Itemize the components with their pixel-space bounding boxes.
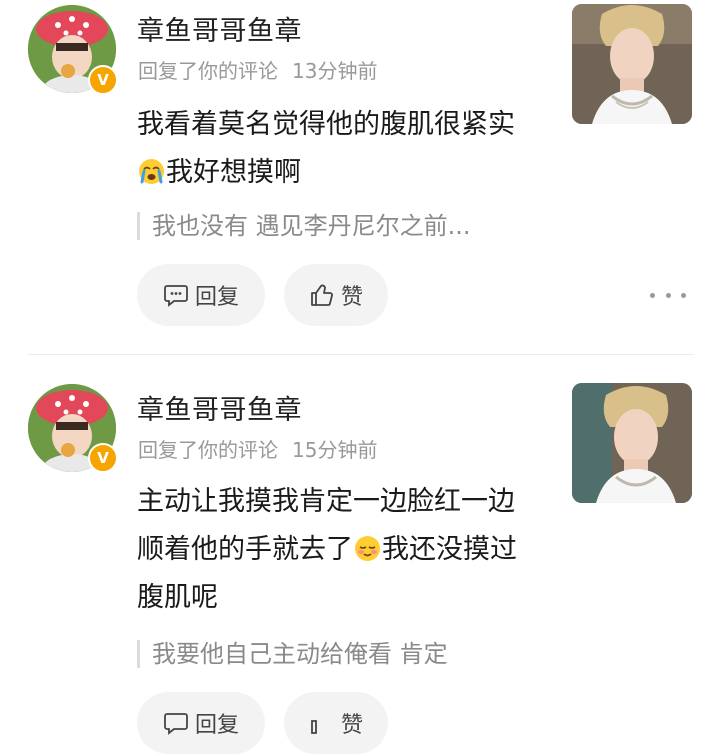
reply-button[interactable]: 回复 bbox=[137, 692, 265, 754]
like-label: 赞 bbox=[340, 285, 363, 310]
reply-label: 回复 bbox=[194, 713, 239, 738]
like-button[interactable]: 赞 bbox=[284, 692, 388, 754]
notification-item[interactable]: V 章鱼哥哥鱼章 回复了你的评论 15分钟前 主动让我摸我肯定一边脸红一边顺着他的… bbox=[0, 380, 720, 754]
action-text: 回复了你的评论 bbox=[138, 59, 278, 83]
verified-v-badge-icon: V bbox=[88, 443, 118, 473]
verified-v-badge-icon: V bbox=[88, 65, 118, 95]
more-dots-icon[interactable] bbox=[650, 285, 686, 305]
thumbnail-image bbox=[572, 4, 692, 124]
action-text: 回复了你的评论 bbox=[138, 438, 278, 462]
comment-bubble-icon bbox=[164, 713, 188, 735]
like-button[interactable]: 赞 bbox=[284, 264, 388, 326]
comment-text[interactable]: 我看着莫名觉得他的腹肌很紧实 我好想摸啊 bbox=[137, 101, 537, 197]
post-thumbnail[interactable] bbox=[572, 4, 692, 124]
blushing-face-emoji bbox=[355, 536, 380, 561]
comment-bubble-icon bbox=[164, 285, 188, 307]
username[interactable]: 章鱼哥哥鱼章 bbox=[137, 9, 302, 48]
thumbnail-image bbox=[572, 383, 692, 503]
notice-meta: 回复了你的评论 15分钟前 bbox=[138, 434, 377, 463]
username[interactable]: 章鱼哥哥鱼章 bbox=[137, 388, 302, 427]
notice-meta: 回复了你的评论 13分钟前 bbox=[138, 55, 377, 84]
quoted-comment[interactable]: 我也没有 遇见李丹尼尔之前... bbox=[137, 212, 471, 240]
timestamp: 15分钟前 bbox=[292, 438, 378, 462]
thumbs-up-icon bbox=[311, 720, 317, 734]
thumbs-up-icon bbox=[311, 284, 333, 306]
reply-button[interactable]: 回复 bbox=[137, 264, 265, 326]
reply-label: 回复 bbox=[194, 285, 239, 310]
divider bbox=[28, 354, 694, 355]
comment-text-part: 我看着莫名觉得他的腹肌很紧实 bbox=[137, 109, 515, 140]
comment-text[interactable]: 主动让我摸我肯定一边脸红一边顺着他的手就去了 我还没摸过腹肌呢 bbox=[137, 478, 537, 622]
like-label: 赞 bbox=[340, 713, 363, 738]
crying-face-emoji bbox=[139, 159, 164, 184]
timestamp: 13分钟前 bbox=[292, 59, 378, 83]
quoted-comment[interactable]: 我要他自己主动给俺看 肯定 bbox=[137, 640, 448, 668]
post-thumbnail[interactable] bbox=[572, 383, 692, 503]
comment-text-part: 我好想摸啊 bbox=[166, 157, 301, 188]
notification-item[interactable]: V 章鱼哥哥鱼章 回复了你的评论 13分钟前 我看着莫名觉得他的腹肌很紧实 我好想… bbox=[0, 0, 720, 340]
